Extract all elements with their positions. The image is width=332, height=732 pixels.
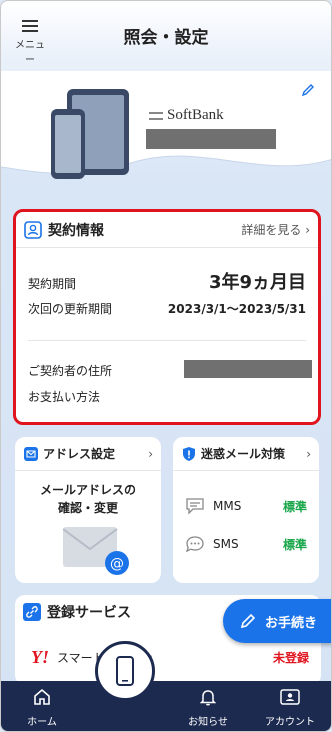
- app-screen: メニュー 照会・設定 SoftBank 契約情報 詳細を見る › 契約期間 3年…: [0, 0, 332, 732]
- spam-row-mms: MMS 標準: [185, 497, 307, 515]
- id-card-icon: [280, 689, 300, 705]
- mms-status: 標準: [282, 499, 307, 514]
- device-hero: SoftBank: [1, 71, 331, 201]
- nav-account[interactable]: アカウント: [255, 687, 325, 728]
- service-status: 未登録: [272, 651, 309, 665]
- svg-text:@: @: [110, 556, 124, 572]
- pencil-icon: [240, 613, 256, 629]
- renewal-period-value: 2023/3/1〜2023/5/31: [167, 302, 306, 316]
- spam-card-title: 迷惑メール対策: [201, 447, 286, 461]
- spam-row-sms: SMS 標準: [185, 535, 307, 553]
- chevron-right-icon: ›: [306, 446, 311, 461]
- mail-icon: [24, 446, 38, 461]
- phone-icon: [51, 109, 85, 179]
- service-row-smart-login[interactable]: Y! スマートログイン 未登録: [31, 647, 309, 668]
- sms-label: SMS: [213, 537, 239, 551]
- envelope-at-icon: @: [63, 527, 129, 575]
- nav-home-label: ホーム: [27, 717, 57, 728]
- contract-card-header[interactable]: 契約情報 詳細を見る ›: [16, 212, 318, 248]
- edit-pencil-icon[interactable]: [301, 83, 315, 97]
- nav-inquiry[interactable]: 照会・設定: [95, 641, 155, 720]
- chevron-right-icon: ›: [305, 223, 310, 237]
- chevron-right-icon: ›: [148, 446, 153, 461]
- nav-inquiry-label: 照会・設定: [102, 710, 148, 720]
- contract-detail-link[interactable]: 詳細を見る ›: [241, 221, 310, 238]
- services-title: 登録サービス: [47, 605, 131, 621]
- address-card-title: アドレス設定: [43, 447, 116, 461]
- home-icon: [34, 688, 50, 705]
- bell-icon: [199, 690, 217, 706]
- spam-filter-card[interactable]: 迷惑メール対策 › MMS 標準 SMS 標準: [173, 437, 319, 583]
- renewal-period-label: 次回の更新期間: [28, 302, 113, 316]
- nav-notice-label: お知らせ: [188, 717, 228, 728]
- contract-title: 契約情報: [48, 222, 104, 239]
- sms-bubble-icon: [185, 536, 204, 553]
- contract-period-value: 3年9ヵ月目: [208, 272, 306, 293]
- page-title: 照会・設定: [123, 28, 209, 48]
- carrier-name: SoftBank: [167, 107, 224, 123]
- address-settings-card[interactable]: アドレス設定 › メールアドレスの 確認・変更 @: [15, 437, 161, 583]
- softbank-bars-icon: [149, 111, 163, 120]
- procedures-label: お手続き: [265, 615, 318, 631]
- nav-account-label: アカウント: [265, 717, 315, 728]
- yahoo-logo: Y!: [31, 647, 49, 667]
- link-icon: [23, 603, 41, 621]
- shield-alert-icon: [183, 446, 195, 461]
- address-label: ご契約者の住所: [28, 364, 113, 378]
- sms-status: 標準: [282, 537, 307, 552]
- redacted-address: [184, 360, 312, 378]
- header: メニュー 照会・設定: [1, 1, 331, 71]
- address-card-text: メールアドレスの 確認・変更: [39, 483, 136, 515]
- nav-home[interactable]: ホーム: [7, 687, 77, 728]
- contract-period-label: 契約期間: [28, 277, 77, 291]
- nav-notice[interactable]: お知らせ: [173, 687, 243, 728]
- spam-card-header: 迷惑メール対策 ›: [173, 437, 319, 471]
- user-card-icon: [24, 220, 42, 239]
- contract-period-row: 契約期間 3年9ヵ月目: [28, 268, 306, 294]
- procedures-button[interactable]: お手続き: [223, 599, 331, 643]
- contract-info-card: 契約情報 詳細を見る › 契約期間 3年9ヵ月目 次回の更新期間 2023/3/…: [13, 209, 321, 425]
- chat-bubble-icon: [186, 498, 204, 515]
- bottom-nav: ホーム お知らせ アカウント: [1, 681, 331, 731]
- redacted-phone-number: [146, 129, 276, 149]
- smartphone-icon: [116, 656, 134, 686]
- mms-label: MMS: [213, 499, 242, 513]
- divider: [28, 340, 306, 341]
- renewal-period-row: 次回の更新期間 2023/3/1〜2023/5/31: [28, 300, 306, 317]
- payment-row: お支払い方法: [28, 388, 306, 405]
- softbank-logo: SoftBank: [149, 107, 224, 124]
- payment-label: お支払い方法: [28, 390, 101, 404]
- address-card-header: アドレス設定 ›: [15, 437, 161, 471]
